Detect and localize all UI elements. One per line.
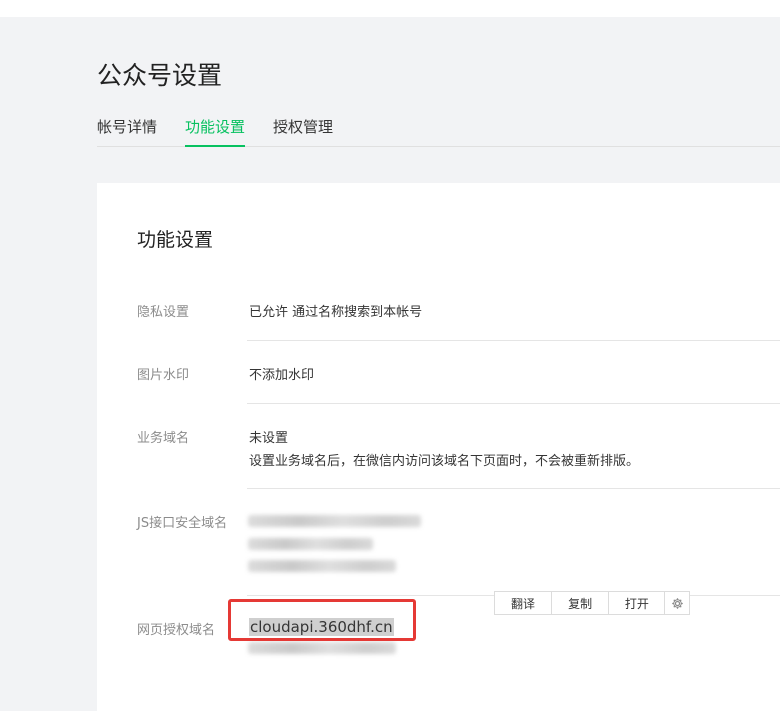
gear-icon[interactable] <box>665 592 689 614</box>
watermark-value: 不添加水印 <box>249 368 315 383</box>
row-divider <box>247 403 780 404</box>
business-domain-label: 业务域名 <box>137 431 190 446</box>
tab-authorization[interactable]: 授权管理 <box>273 116 333 145</box>
redacted-domain <box>248 560 396 572</box>
page-title: 公众号设置 <box>97 61 223 90</box>
privacy-value: 已允许 通过名称搜索到本帐号 <box>249 305 423 320</box>
row-divider <box>247 488 780 489</box>
js-domain-label: JS接口安全域名 <box>137 516 228 531</box>
copy-button[interactable]: 复制 <box>552 592 610 614</box>
panel-title: 功能设置 <box>137 229 214 251</box>
highlight-annotation <box>228 599 416 641</box>
tab-bar: 帐号详情 功能设置 授权管理 <box>97 114 780 147</box>
business-domain-value: 未设置 <box>249 431 289 446</box>
oauth-domain-label: 网页授权域名 <box>137 623 216 638</box>
privacy-label: 隐私设置 <box>137 305 190 320</box>
redacted-domain <box>248 515 421 527</box>
selection-context-menu: 翻译 复制 打开 <box>494 591 690 615</box>
redacted-domain <box>248 642 396 654</box>
redacted-domain <box>248 538 373 550</box>
row-divider <box>247 340 780 341</box>
translate-button[interactable]: 翻译 <box>495 592 553 614</box>
settings-panel: 功能设置 隐私设置 已允许 通过名称搜索到本帐号 图片水印 不添加水印 业务域名… <box>97 183 780 711</box>
tab-account-details[interactable]: 帐号详情 <box>97 116 157 145</box>
watermark-label: 图片水印 <box>137 368 190 383</box>
open-button[interactable]: 打开 <box>609 592 666 614</box>
tab-function-settings[interactable]: 功能设置 <box>185 116 246 147</box>
top-strip <box>0 0 780 17</box>
business-domain-desc: 设置业务域名后，在微信内访问该域名下页面时，不会被重新排版。 <box>249 454 640 469</box>
